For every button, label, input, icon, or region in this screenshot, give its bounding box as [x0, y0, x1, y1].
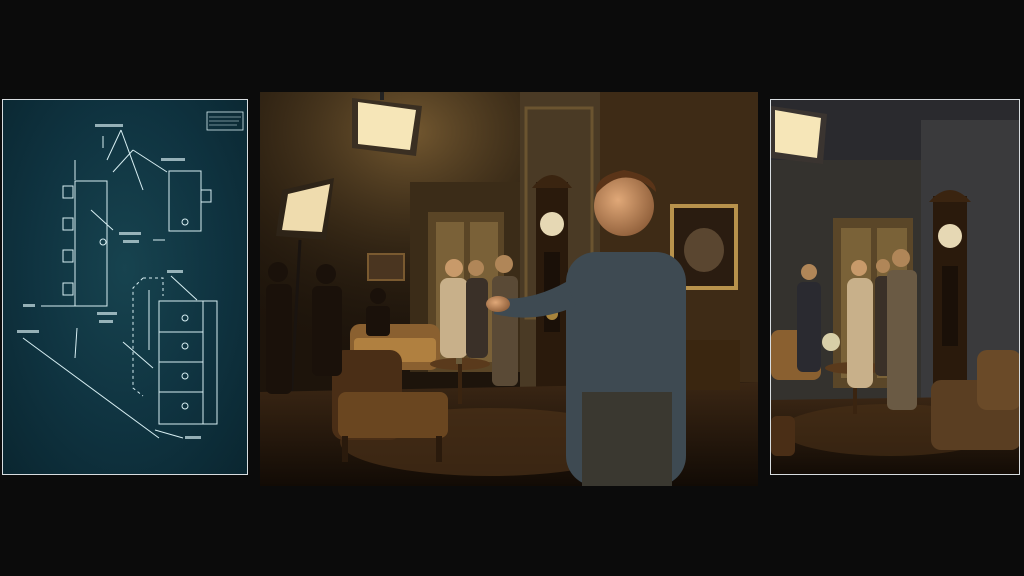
framed-painting-icon [367, 253, 405, 281]
film-set-scene [260, 92, 758, 486]
wide-shot-panel [770, 99, 1020, 475]
softbox-light-icon [771, 106, 827, 164]
cabinet-upper [168, 170, 202, 232]
blueprint-panel [2, 99, 248, 475]
floor-plan-drawing [17, 111, 244, 439]
wall-unit-left [74, 180, 108, 307]
grandfather-clock-icon [929, 190, 971, 396]
wide-shot-illustration [771, 100, 1019, 474]
scene-illustration [260, 92, 758, 486]
chair [771, 416, 795, 456]
flower-vase-icon [822, 333, 840, 351]
